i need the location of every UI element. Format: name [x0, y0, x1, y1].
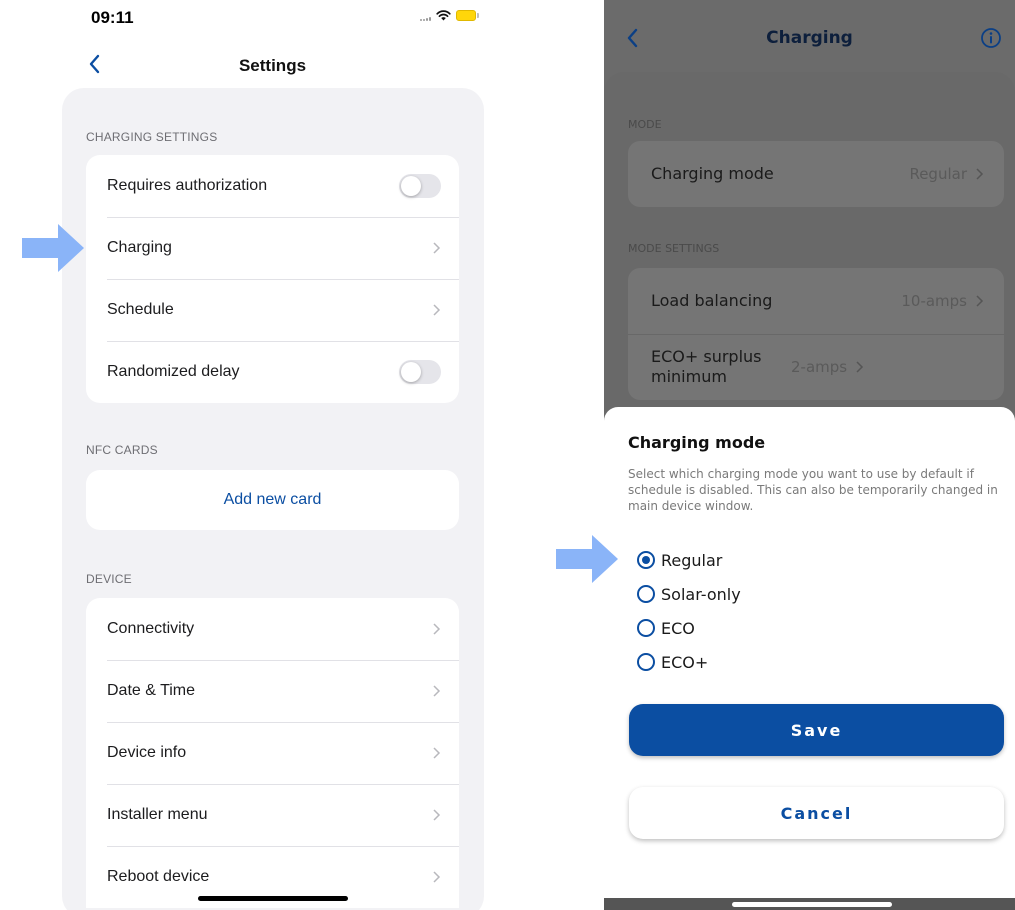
row-installer-menu[interactable]: Installer menu — [86, 784, 459, 846]
toggle-knob — [401, 176, 421, 196]
row-value: 2-amps — [791, 358, 848, 376]
chevron-right-icon — [433, 747, 441, 759]
row-value: 10-amps — [901, 292, 967, 310]
row-requires-authorization: Requires authorization — [86, 155, 459, 217]
charging-screen: Charging MODE Charging mode Regular MODE… — [604, 0, 1015, 910]
section-label-mode: MODE — [628, 118, 662, 131]
row-label: Installer menu — [107, 806, 208, 823]
row-label: Requires authorization — [107, 177, 268, 194]
radio-unchecked-icon[interactable] — [637, 619, 655, 637]
row-label: Device info — [107, 744, 187, 761]
home-indicator — [732, 902, 892, 907]
chevron-right-icon — [856, 361, 864, 373]
add-new-card-button[interactable]: Add new card — [86, 470, 459, 530]
row-label: Schedule — [107, 301, 174, 318]
status-icons — [420, 9, 480, 23]
option-label: ECO+ — [661, 652, 709, 672]
radio-checked-icon[interactable] — [637, 551, 655, 569]
page-title: Settings — [238, 56, 307, 75]
battery-tip — [477, 13, 479, 18]
home-indicator — [198, 896, 348, 901]
row-connectivity[interactable]: Connectivity — [86, 598, 459, 660]
row-label: Charging mode — [651, 164, 774, 183]
chevron-right-icon — [976, 295, 984, 307]
device-card: Connectivity Date & Time Device info Ins… — [86, 598, 459, 908]
row-label: Charging — [107, 239, 172, 256]
info-icon[interactable] — [980, 27, 1002, 49]
row-label: ECO+ surplus minimum — [651, 347, 762, 386]
section-label-nfc-cards: NFC CARDS — [86, 443, 158, 457]
option-eco[interactable]: ECO — [637, 617, 695, 639]
toggle-knob — [401, 362, 421, 382]
section-label-mode-settings: MODE SETTINGS — [628, 242, 720, 255]
row-charging-mode[interactable]: Charging mode Regular — [628, 141, 1004, 207]
section-label-device: DEVICE — [86, 572, 132, 586]
option-label: Regular — [661, 550, 723, 570]
wifi-icon — [436, 10, 451, 21]
annotation-arrow-icon — [556, 535, 618, 583]
row-load-balancing[interactable]: Load balancing 10-amps — [628, 268, 1004, 334]
section-label-charging-settings: CHARGING SETTINGS — [86, 130, 218, 144]
chevron-right-icon — [976, 168, 984, 180]
row-label: Date & Time — [107, 682, 196, 699]
signal-icon — [420, 17, 434, 21]
row-charging[interactable]: Charging — [86, 217, 459, 279]
row-eco-plus-surplus-minimum[interactable]: ECO+ surplus minimum 2-amps — [628, 334, 1004, 400]
option-label: Solar-only — [661, 584, 741, 604]
status-time: 09:11 — [91, 8, 134, 27]
radio-unchecked-icon[interactable] — [637, 585, 655, 603]
row-label: Load balancing — [651, 291, 773, 310]
charging-mode-sheet: Charging mode Select which charging mode… — [604, 407, 1015, 910]
row-value: Regular — [909, 165, 967, 183]
row-date-time[interactable]: Date & Time — [86, 660, 459, 722]
chevron-right-icon — [433, 304, 441, 316]
randomized-delay-toggle[interactable] — [399, 360, 441, 384]
nfc-cards-card: Add new card — [86, 470, 459, 530]
option-eco-plus[interactable]: ECO+ — [637, 651, 708, 673]
annotation-arrow-icon — [22, 224, 84, 272]
requires-authorization-toggle[interactable] — [399, 174, 441, 198]
chevron-right-icon — [433, 871, 441, 883]
mode-settings-card: Load balancing 10-amps ECO+ surplus mini… — [628, 268, 1004, 400]
save-button[interactable]: Save — [629, 704, 1004, 756]
row-schedule[interactable]: Schedule — [86, 279, 459, 341]
row-label: Randomized delay — [107, 363, 240, 380]
chevron-right-icon — [433, 685, 441, 697]
radio-unchecked-icon[interactable] — [637, 653, 655, 671]
mode-card: Charging mode Regular — [628, 141, 1004, 207]
page-title: Charging — [766, 28, 853, 48]
cancel-button[interactable]: Cancel — [629, 787, 1004, 839]
row-randomized-delay: Randomized delay — [86, 341, 459, 403]
chevron-right-icon — [433, 809, 441, 821]
chevron-right-icon — [433, 623, 441, 635]
chevron-right-icon — [433, 242, 441, 254]
charging-settings-card: Requires authorization Charging Schedule… — [86, 155, 459, 403]
row-label: Reboot device — [107, 868, 210, 885]
option-regular[interactable]: Regular — [637, 549, 722, 571]
settings-screen: 09:11 Settings CHARGING SETTINGS Require… — [0, 0, 560, 910]
sheet-description: Select which charging mode you want to u… — [628, 467, 998, 513]
row-device-info[interactable]: Device info — [86, 722, 459, 784]
battery-icon — [456, 10, 476, 21]
option-label: ECO — [661, 618, 695, 638]
row-label: Connectivity — [107, 620, 195, 637]
option-solar-only[interactable]: Solar-only — [637, 583, 741, 605]
sheet-title: Charging mode — [628, 433, 766, 452]
